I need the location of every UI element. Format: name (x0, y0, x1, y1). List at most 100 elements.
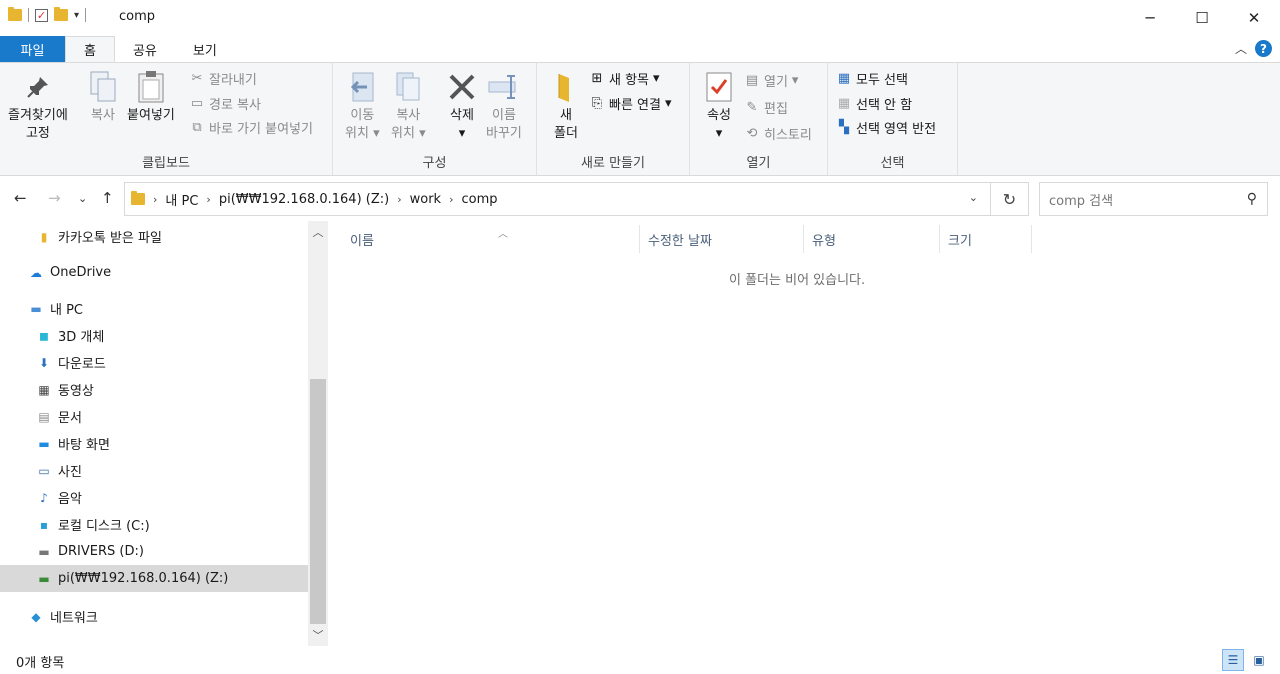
clipboard-group: 즐겨찾기에 고정 복사 붙여넣기 ✂ 잘라내기 ▭ 경로 복사 ⧉ 바로 가기 … (0, 63, 333, 175)
document-icon: ▤ (38, 409, 50, 424)
nav-item[interactable]: ☁ OneDrive (0, 259, 308, 286)
copy-label: 복사 (91, 108, 115, 123)
chevron-right-icon[interactable]: › (153, 193, 157, 206)
details-view-icon[interactable]: ☰ (1222, 649, 1244, 671)
select-group: ▦ 모두 선택 ▦ 선택 안 함 ▚ 선택 영역 반전 선택 (828, 63, 958, 175)
delete-button[interactable]: 삭제 ▾ (445, 69, 479, 143)
nav-item[interactable]: ▬ 바탕 화면 (0, 430, 308, 457)
forward-button[interactable]: → (48, 189, 61, 207)
nav-item-label: DRIVERS (D:) (58, 544, 144, 559)
edit-button[interactable]: ✎ 편집 (744, 98, 788, 117)
dropdown-arrow-icon: ▾ (664, 96, 672, 111)
nav-scrollbar[interactable]: ︿ ﹀ (308, 221, 328, 646)
paste-button[interactable]: 붙여넣기 (127, 69, 175, 125)
easy-access-button[interactable]: ⎘ 빠른 연결 ▾ (589, 94, 672, 113)
nav-item[interactable]: ▬ 내 PC (0, 295, 308, 322)
new-item-button[interactable]: ⊞ 새 항목 ▾ (589, 69, 660, 88)
tab-view[interactable]: 보기 (175, 36, 235, 62)
properties-icon (702, 69, 736, 105)
refresh-button[interactable]: ↻ (991, 182, 1029, 216)
nav-item[interactable]: ♪ 음악 (0, 484, 308, 511)
copy-button[interactable]: 복사 (86, 69, 120, 125)
column-name[interactable]: 이름 ︿ (342, 225, 640, 253)
tab-share[interactable]: 공유 (115, 36, 175, 62)
open-button[interactable]: ▤ 열기 ▾ (744, 71, 799, 90)
folder-icon (8, 7, 22, 21)
select-all-button[interactable]: ▦ 모두 선택 (836, 69, 908, 88)
column-date[interactable]: 수정한 날짜 (640, 225, 804, 253)
cut-button[interactable]: ✂ 잘라내기 (189, 69, 257, 88)
dropdown-arrow-icon: ▾ (419, 126, 426, 141)
tab-home[interactable]: 홈 (65, 36, 115, 62)
back-button[interactable]: ← (14, 189, 27, 207)
copy-to-button[interactable]: 복사 위치 ▾ (391, 69, 426, 143)
dropdown-arrow-icon: ▾ (373, 126, 380, 141)
chevron-right-icon[interactable]: › (397, 193, 401, 206)
search-input[interactable]: comp 검색 ⚲ (1039, 182, 1268, 216)
rename-label-2: 바꾸기 (486, 126, 522, 141)
open-group-label: 열기 (746, 156, 771, 171)
move-to-button[interactable]: 이동 위치 ▾ (345, 69, 380, 143)
maximize-button[interactable]: ☐ (1176, 0, 1228, 36)
close-button[interactable]: ✕ (1228, 0, 1280, 36)
invert-selection-label: 선택 영역 반전 (856, 122, 937, 137)
invert-selection-icon: ▚ (839, 120, 849, 135)
breadcrumb-this-pc[interactable]: 내 PC (165, 190, 198, 209)
scroll-up-icon[interactable]: ︿ (308, 223, 328, 241)
nav-item[interactable]: ▤ 문서 (0, 403, 308, 430)
breadcrumb-work[interactable]: work (410, 192, 441, 207)
network-drive-icon: ▬ (38, 571, 50, 586)
nav-item[interactable]: ▭ 사진 (0, 457, 308, 484)
pin-quick-access-button[interactable]: 즐겨찾기에 고정 (8, 69, 68, 143)
nav-item[interactable]: ⬇ 다운로드 (0, 349, 308, 376)
divider (28, 8, 29, 22)
copy-path-button[interactable]: ▭ 경로 복사 (189, 94, 261, 113)
select-none-button[interactable]: ▦ 선택 안 함 (836, 94, 912, 113)
chevron-right-icon[interactable]: › (449, 193, 453, 206)
customize-qat-icon[interactable]: ▾ (74, 10, 79, 21)
copy-to-label-1: 복사 (396, 108, 421, 123)
nav-item[interactable]: ▬ DRIVERS (D:) (0, 538, 308, 565)
address-bar[interactable]: › 내 PC › pi(₩₩192.168.0.164) (Z:) › work… (124, 182, 991, 216)
nav-item[interactable]: ▬ pi(₩₩192.168.0.164) (Z:) (0, 565, 308, 592)
scroll-thumb[interactable] (310, 379, 326, 624)
search-placeholder: comp 검색 (1049, 193, 1114, 209)
collapse-ribbon-icon[interactable]: ︿ (1235, 40, 1247, 57)
nav-item[interactable]: ▪ 로컬 디스크 (C:) (0, 511, 308, 538)
search-icon[interactable]: ⚲ (1247, 191, 1257, 207)
chevron-right-icon[interactable]: › (206, 193, 210, 206)
minimize-button[interactable]: ─ (1124, 0, 1176, 36)
large-icons-view-icon[interactable]: ▣ (1248, 649, 1270, 671)
history-button[interactable]: ⟲ 히스토리 (744, 124, 812, 143)
breadcrumb-drive[interactable]: pi(₩₩192.168.0.164) (Z:) (219, 192, 389, 207)
rename-button[interactable]: 이름 바꾸기 (486, 69, 522, 143)
pin-label-2: 고정 (25, 126, 50, 141)
breadcrumb-comp[interactable]: comp (462, 192, 498, 207)
new-folder-label-1: 새 (560, 108, 572, 123)
recent-locations-button[interactable]: ⌄ (78, 192, 87, 205)
nav-item-label: 음악 (58, 492, 82, 507)
nav-item[interactable]: ◼ 3D 개체 (0, 322, 308, 349)
column-type[interactable]: 유형 (804, 225, 940, 253)
nav-item-label: 동영상 (58, 384, 94, 399)
new-item-icon: ⊞ (591, 71, 603, 86)
quick-access-toolbar: ✓ ▾ (8, 7, 87, 22)
column-size[interactable]: 크기 (940, 225, 1032, 253)
nav-item[interactable]: ◆ 네트워크 (0, 603, 308, 630)
paste-shortcut-button[interactable]: ⧉ 바로 가기 붙여넣기 (189, 118, 313, 137)
tab-file[interactable]: 파일 (0, 36, 65, 62)
nav-item[interactable]: ▮ 카카오톡 받은 파일 (0, 223, 308, 250)
address-dropdown-icon[interactable]: ⌄ (969, 191, 978, 204)
properties-check-icon[interactable]: ✓ (35, 8, 48, 22)
file-list[interactable]: 이름 ︿ 수정한 날짜 유형 크기 이 폴더는 비어 있습니다. (328, 221, 1280, 646)
help-icon[interactable]: ? (1255, 40, 1272, 57)
up-button[interactable]: ↑ (101, 189, 114, 207)
properties-button[interactable]: 속성 ▾ (702, 69, 736, 143)
nav-item-label: 문서 (58, 411, 82, 426)
nav-item[interactable]: ▦ 동영상 (0, 376, 308, 403)
invert-selection-button[interactable]: ▚ 선택 영역 반전 (836, 118, 936, 137)
scroll-down-icon[interactable]: ﹀ (308, 626, 328, 644)
new-folder-button[interactable]: 새 폴더 (549, 69, 583, 143)
new-folder-qat-icon[interactable] (54, 7, 68, 21)
copy-path-icon: ▭ (190, 96, 204, 111)
